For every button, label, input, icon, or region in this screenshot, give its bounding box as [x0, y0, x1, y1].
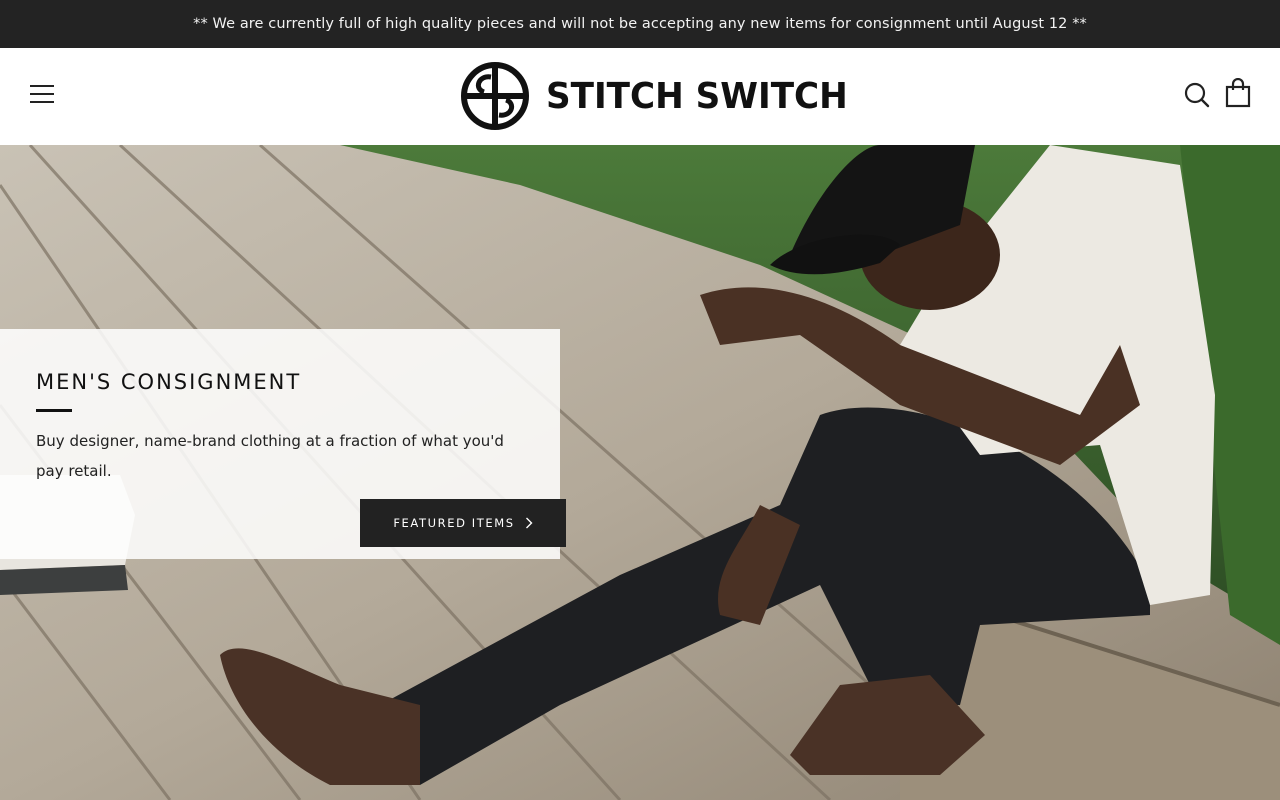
brand-name: STITCH SWITCH	[546, 75, 848, 117]
chevron-right-icon	[525, 517, 533, 529]
featured-items-button[interactable]: FEATURED ITEMS	[360, 499, 566, 547]
announcement-bar: ** We are currently full of high quality…	[0, 0, 1280, 48]
hero-title: MEN'S CONSIGNMENT	[36, 370, 302, 394]
logo-mark-icon	[461, 62, 529, 130]
search-icon[interactable]	[1184, 81, 1210, 109]
announcement-text: ** We are currently full of high quality…	[193, 16, 1087, 32]
hero-banner: MEN'S CONSIGNMENT Buy designer, name-bra…	[0, 145, 1280, 800]
brand-logo[interactable]: STITCH SWITCH	[460, 59, 864, 133]
hero-description: Buy designer, name-brand clothing at a f…	[36, 432, 504, 480]
hamburger-menu-icon[interactable]	[30, 83, 54, 105]
featured-items-label: FEATURED ITEMS	[393, 516, 515, 530]
site-header: STITCH SWITCH	[0, 48, 1280, 145]
hero-divider	[36, 409, 72, 412]
shopping-bag-icon[interactable]	[1225, 77, 1251, 108]
